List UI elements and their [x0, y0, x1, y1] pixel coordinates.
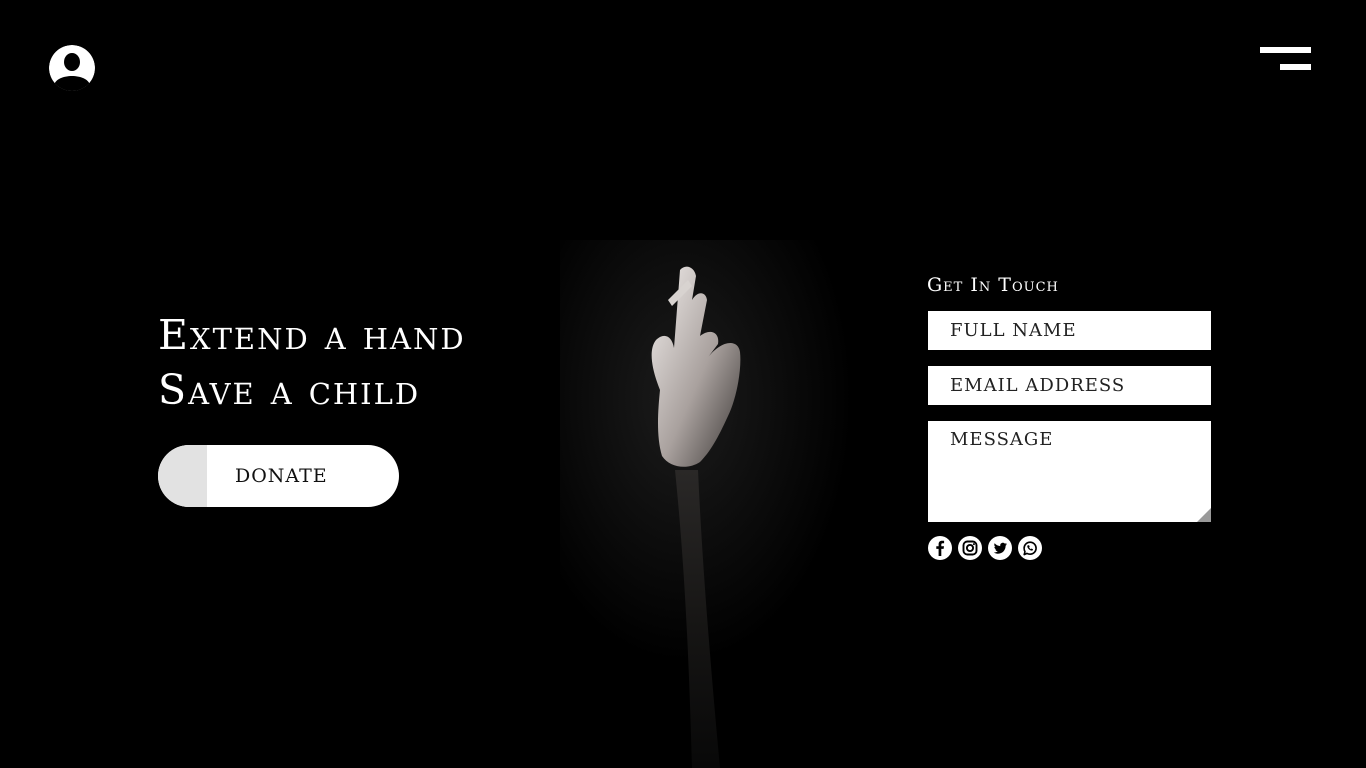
hero-title-line2: Save a child	[158, 366, 421, 414]
facebook-icon[interactable]	[928, 536, 952, 560]
menu-bar-bottom	[1280, 64, 1311, 70]
hamburger-menu-icon[interactable]	[1256, 44, 1314, 76]
menu-bar-top	[1260, 47, 1311, 53]
email-field[interactable]	[928, 366, 1211, 405]
donate-button-label: DONATE	[235, 465, 328, 487]
social-links	[928, 536, 1042, 560]
avatar[interactable]	[49, 45, 95, 91]
hand-photo	[560, 240, 900, 768]
hero-title-line1: Extend a hand	[158, 311, 466, 359]
resize-grip[interactable]	[1197, 508, 1211, 522]
full-name-field[interactable]	[928, 311, 1211, 350]
hero-title: Extend a hand Save a child	[158, 308, 466, 418]
instagram-icon[interactable]	[958, 536, 982, 560]
contact-heading: Get In Touch	[927, 274, 1059, 296]
user-avatar-icon	[49, 45, 95, 91]
message-field[interactable]	[928, 421, 1211, 522]
whatsapp-icon[interactable]	[1018, 536, 1042, 560]
twitter-icon[interactable]	[988, 536, 1012, 560]
donate-button[interactable]: DONATE	[158, 445, 399, 507]
donate-button-accent	[158, 445, 207, 507]
